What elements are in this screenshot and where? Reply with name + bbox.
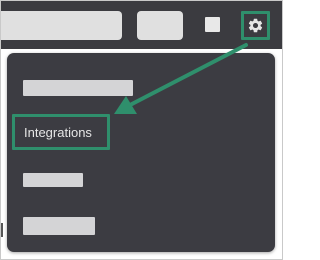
menu-item-placeholder xyxy=(23,80,133,96)
menu-item-3[interactable] xyxy=(23,173,83,187)
menu-item-1[interactable] xyxy=(23,80,133,96)
settings-button[interactable] xyxy=(241,11,270,40)
toolbar-small-button[interactable] xyxy=(205,17,220,32)
top-toolbar xyxy=(1,1,282,49)
gear-icon xyxy=(248,18,263,33)
search-input[interactable] xyxy=(1,11,122,40)
menu-item-placeholder xyxy=(23,217,95,235)
app-window: Integrations xyxy=(0,0,283,260)
menu-item-label: Integrations xyxy=(24,125,92,140)
menu-item-integrations[interactable]: Integrations xyxy=(12,114,110,150)
menu-item-4[interactable] xyxy=(23,217,95,235)
settings-dropdown-menu: Integrations xyxy=(7,53,275,252)
toolbar-button[interactable] xyxy=(137,11,183,40)
edge-mark xyxy=(1,223,3,237)
menu-item-placeholder xyxy=(23,173,83,187)
